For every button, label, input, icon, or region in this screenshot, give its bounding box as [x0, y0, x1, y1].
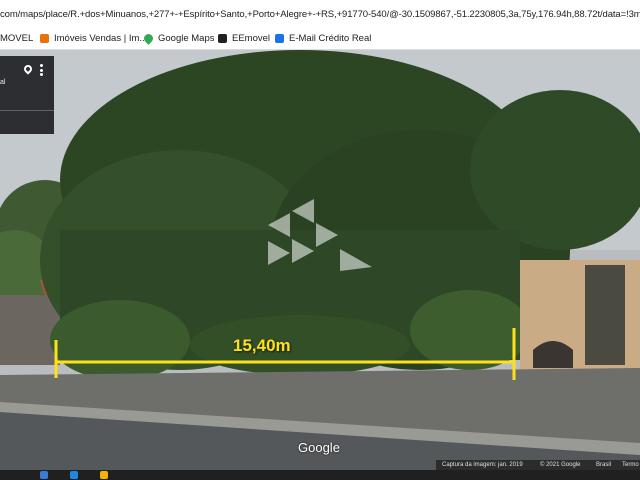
location-pin-icon[interactable]: [22, 63, 34, 75]
house-favicon-icon: [40, 34, 49, 43]
divider: [0, 110, 54, 111]
taskbar: [0, 470, 640, 480]
mail-favicon-icon: [275, 34, 284, 43]
bookmark-imoveis-vendas[interactable]: Imóveis Vendas | Im...: [40, 33, 147, 44]
copyright: © 2021 Google: [540, 462, 581, 468]
bookmark-label: Imóveis Vendas | Im...: [54, 33, 148, 44]
eemovel-favicon-icon: [218, 34, 227, 43]
terms-link[interactable]: Termo: [622, 462, 639, 468]
street-view-panorama[interactable]: [0, 50, 640, 480]
url-text[interactable]: com/maps/place/R.+dos+Minuanos,+277+-+Es…: [0, 9, 640, 20]
street-view-info-card: al: [0, 56, 54, 134]
bookmark-eemovel[interactable]: EEmovel: [218, 33, 270, 44]
bookmark-label: EEmovel: [232, 33, 271, 44]
street-view-image: [0, 50, 640, 480]
bookmarks-bar: MOVEL Imóveis Vendas | Im... Google Maps…: [0, 28, 640, 50]
capture-date: Captura da imagem: jan. 2019: [442, 462, 523, 468]
bookmark-google-maps[interactable]: Google Maps: [142, 32, 215, 45]
address-fragment: al: [0, 79, 6, 86]
country-link[interactable]: Brasil: [596, 462, 611, 468]
map-footer: Captura da imagem: jan. 2019 © 2021 Goog…: [436, 460, 640, 470]
taskbar-app-icon[interactable]: [70, 471, 78, 479]
bookmark-label: Google Maps: [158, 33, 215, 44]
maps-pin-icon: [142, 32, 155, 45]
more-options-icon[interactable]: [40, 64, 43, 76]
bookmark-email-credito-real[interactable]: E-Mail Crédito Real: [275, 33, 371, 44]
bookmark-movel[interactable]: MOVEL: [0, 33, 33, 44]
taskbar-app-icon[interactable]: [100, 471, 108, 479]
taskbar-app-icon[interactable]: [40, 471, 48, 479]
address-bar[interactable]: com/maps/place/R.+dos+Minuanos,+277+-+Es…: [0, 0, 640, 28]
google-logo: Google: [298, 440, 340, 455]
measurement-label: 15,40m: [233, 336, 291, 355]
bookmark-label: E-Mail Crédito Real: [289, 33, 372, 44]
bookmark-label: MOVEL: [0, 33, 34, 44]
